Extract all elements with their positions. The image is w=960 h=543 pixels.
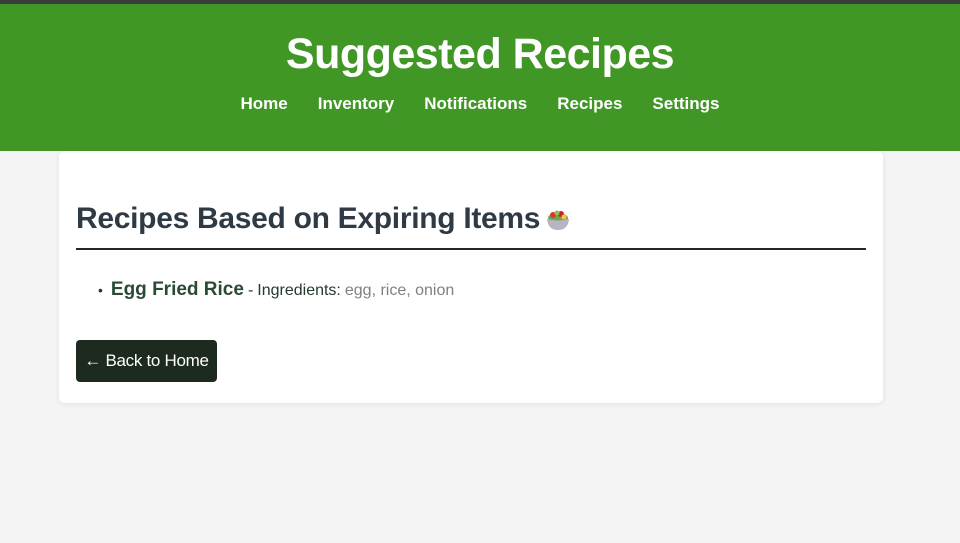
page-title: Suggested Recipes — [285, 30, 675, 78]
nav-settings[interactable]: Settings — [652, 94, 719, 114]
nav-notifications[interactable]: Notifications — [424, 94, 527, 114]
back-to-home-button[interactable]: ← Back to Home — [76, 340, 217, 382]
ingredients-values: egg, rice, onion — [344, 282, 455, 299]
site-header: Suggested Recipes Home Inventory Notific… — [0, 4, 960, 151]
main-nav: Home Inventory Notifications Recipes Set… — [0, 94, 960, 114]
recipe-name: Egg Fried Rice — [110, 279, 244, 300]
ingredients-label: Ingredients: — [257, 282, 341, 299]
section-heading: Recipes Based on Expiring Items — [76, 202, 866, 250]
recipes-card: Recipes Based on Expiring Items • Egg Fr… — [59, 151, 883, 403]
nav-recipes[interactable]: Recipes — [557, 94, 622, 114]
list-item: • Egg Fried Rice - Ingredients: egg, ric… — [98, 279, 866, 301]
salad-bowl-icon — [544, 205, 572, 233]
section-heading-text: Recipes Based on Expiring Items — [76, 202, 541, 235]
nav-home[interactable]: Home — [241, 94, 288, 114]
bullet: • — [98, 282, 103, 298]
recipe-list: • Egg Fried Rice - Ingredients: egg, ric… — [76, 279, 866, 301]
recipe-separator: - — [247, 282, 254, 299]
nav-inventory[interactable]: Inventory — [318, 94, 395, 114]
